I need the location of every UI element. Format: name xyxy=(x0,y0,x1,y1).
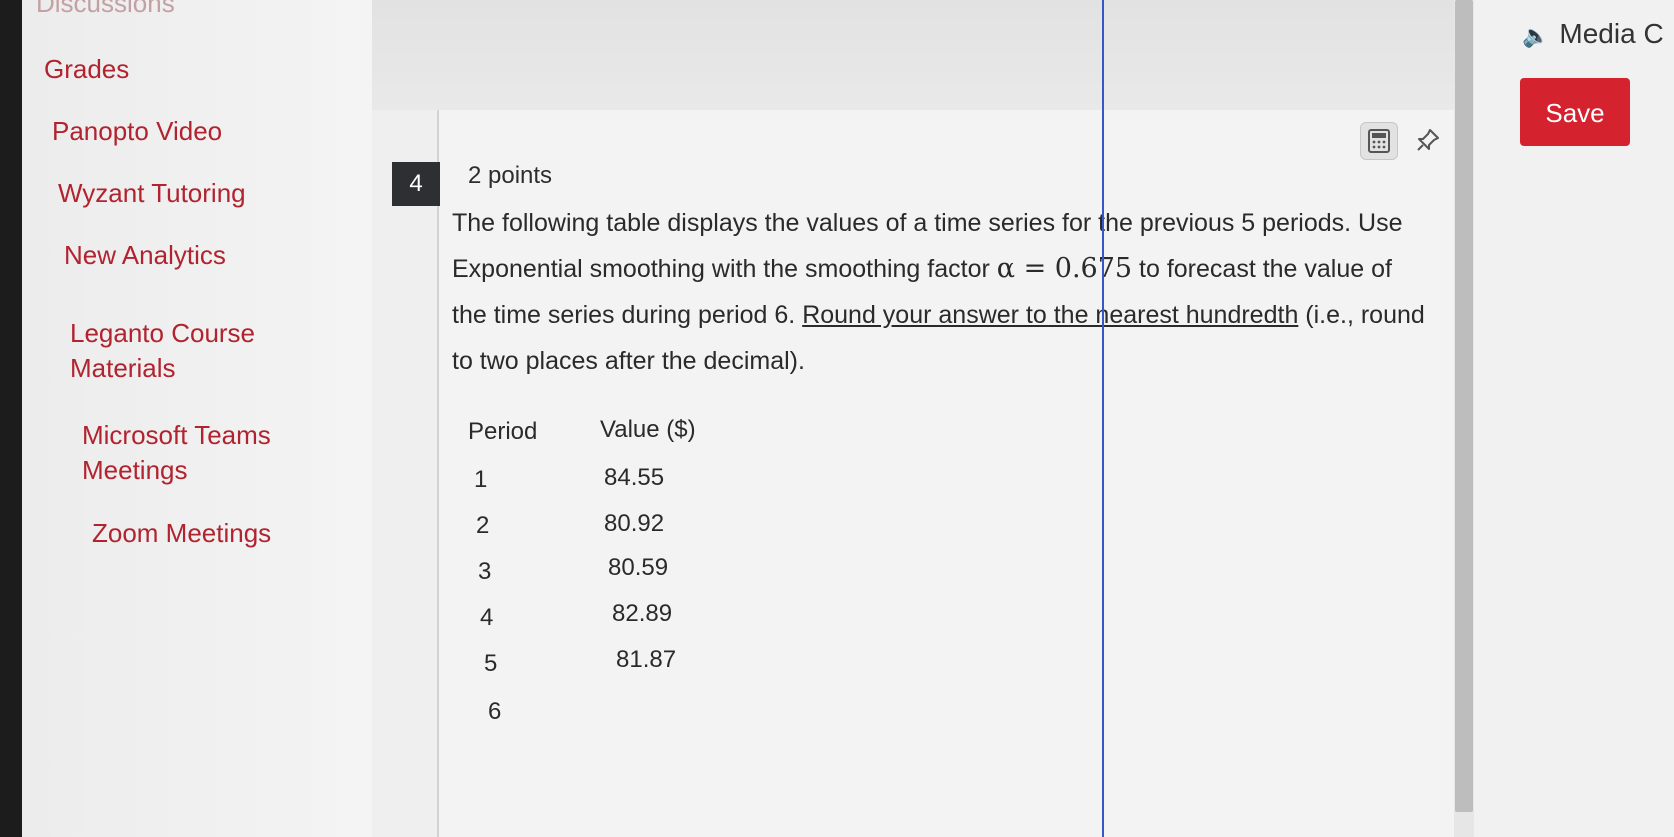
nav-grades[interactable]: Grades xyxy=(44,52,129,87)
question-points: 2 points xyxy=(468,162,553,189)
period-cell: 3 xyxy=(478,558,492,585)
value-cell: 82.89 xyxy=(612,600,673,627)
calculator-icon[interactable] xyxy=(1360,122,1398,160)
pin-icon[interactable] xyxy=(1410,122,1446,158)
previous-question-area xyxy=(372,0,1472,110)
nav-new-analytics[interactable]: New Analytics xyxy=(64,238,226,273)
media-link[interactable]: 🔈 Media C xyxy=(1522,18,1664,50)
course-navigation: Discussions Grades Panopto Video Wyzant … xyxy=(22,0,374,837)
rounding-instruction: Round your answer to the nearest hundred… xyxy=(802,301,1299,329)
save-button[interactable]: Save xyxy=(1520,78,1630,146)
nav-leganto-course-materials[interactable]: Leganto Course Materials xyxy=(70,316,280,386)
value-cell: 81.87 xyxy=(616,646,677,673)
pin-glyph xyxy=(1417,129,1439,151)
header-period: Period xyxy=(468,418,538,445)
nav-zoom-meetings[interactable]: Zoom Meetings xyxy=(92,516,271,551)
period-cell: 5 xyxy=(484,650,498,677)
smoothing-factor-math: α = 0.675 xyxy=(996,253,1133,284)
value-cell: 84.55 xyxy=(604,464,665,491)
header-value: Value ($) xyxy=(600,416,696,443)
calculator-glyph xyxy=(1368,129,1390,153)
value-cell: 80.59 xyxy=(608,554,669,581)
media-link-label: Media C xyxy=(1559,18,1664,49)
nav-microsoft-teams-meetings[interactable]: Microsoft Teams Meetings xyxy=(82,418,302,488)
period-cell: 4 xyxy=(480,604,494,631)
period-cell: 1 xyxy=(474,466,488,493)
nav-discussions[interactable]: Discussions xyxy=(36,0,175,21)
period-cell: 2 xyxy=(476,512,490,539)
text-cursor-line xyxy=(1102,0,1104,837)
question-number-badge: 4 xyxy=(392,162,440,206)
scrollbar-thumb[interactable] xyxy=(1455,0,1473,812)
speaker-icon: 🔈 xyxy=(1522,23,1550,48)
period-cell: 6 xyxy=(488,698,502,725)
question-prompt: The following table displays the values … xyxy=(452,200,1427,384)
monitor-bezel xyxy=(0,0,22,837)
value-cell: 80.92 xyxy=(604,510,665,537)
nav-wyzant-tutoring[interactable]: Wyzant Tutoring xyxy=(58,176,246,211)
nav-panopto-video[interactable]: Panopto Video xyxy=(52,114,222,149)
quiz-screen: Discussions Grades Panopto Video Wyzant … xyxy=(0,0,1674,837)
